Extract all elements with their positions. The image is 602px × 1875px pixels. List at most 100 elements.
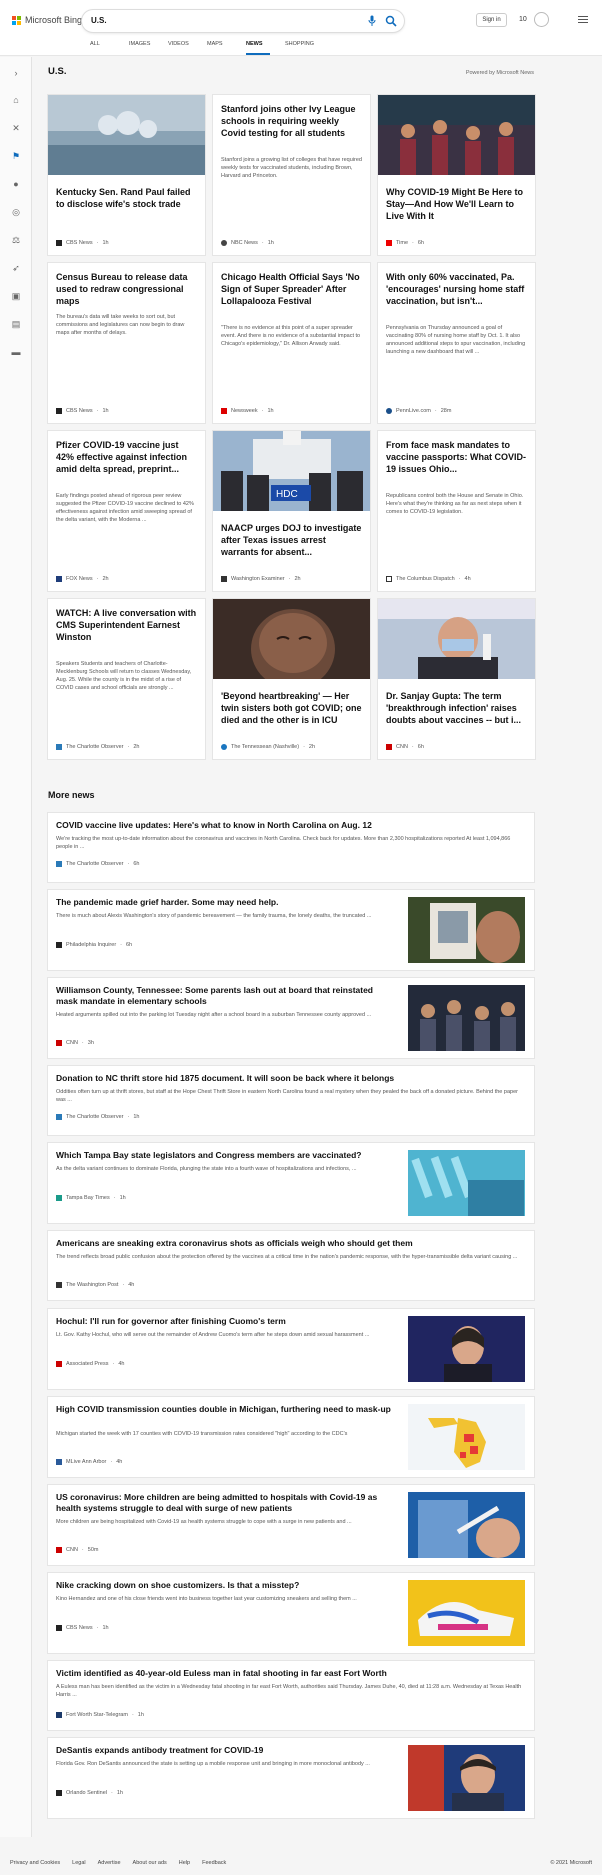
news-item-title[interactable]: Victim identified as 40-year-old Euless … [56,1668,526,1679]
card-title[interactable]: Why COVID-19 Might Be Here to Stay—And H… [386,186,527,222]
sign-in-button[interactable]: Sign in [476,13,507,27]
news-item-title[interactable]: Which Tampa Bay state legislators and Co… [56,1150,396,1161]
tab-news[interactable]: NEWS [246,41,270,55]
news-item[interactable]: Victim identified as 40-year-old Euless … [48,1661,534,1730]
news-card[interactable]: Pfizer COVID-19 vaccine just 42% effecti… [48,431,205,591]
rewards-trophy-icon[interactable] [534,12,549,27]
card-source[interactable]: CBS News · 1h [56,240,109,246]
news-item[interactable]: DeSantis expands antibody treatment for … [48,1738,534,1818]
footer-link-feedback[interactable]: Feedback [202,1860,226,1866]
tools-icon[interactable]: ✕ [11,123,21,133]
search-box[interactable]: U.S. [82,10,404,32]
news-card[interactable]: WATCH: A live conversation with CMS Supe… [48,599,205,759]
news-item-title[interactable]: US coronavirus: More children are being … [56,1492,396,1514]
news-item[interactable]: Which Tampa Bay state legislators and Co… [48,1143,534,1223]
news-card[interactable]: HDC NAACP urges DOJ to investigate after… [213,431,370,591]
news-item-source[interactable]: Fort Worth Star-Telegram · 1h [56,1712,144,1718]
card-source[interactable]: Time · 6h [386,240,424,246]
bag-icon[interactable]: ▤ [11,319,21,329]
card-source[interactable]: Newsweek · 1h [221,408,274,414]
news-item[interactable]: High COVID transmission counties double … [48,1397,534,1477]
globe-icon[interactable]: ◎ [11,207,21,217]
expand-chevron-icon[interactable]: › [11,68,21,78]
news-item-source[interactable]: Associated Press · 4h [56,1361,124,1367]
card-title[interactable]: Chicago Health Official Says 'No Sign of… [221,271,362,307]
location-icon[interactable]: ● [11,179,21,189]
news-item-title[interactable]: High COVID transmission counties double … [56,1404,396,1415]
news-item-title[interactable]: Williamson County, Tennessee: Some paren… [56,985,396,1007]
card-title[interactable]: Dr. Sanjay Gupta: The term 'breakthrough… [386,690,527,726]
news-item-source[interactable]: Orlando Sentinel · 1h [56,1790,123,1796]
news-item-title[interactable]: DeSantis expands antibody treatment for … [56,1745,396,1756]
home-icon[interactable]: ⌂ [11,95,21,105]
news-card[interactable]: Census Bureau to release data used to re… [48,263,205,423]
card-title[interactable]: From face mask mandates to vaccine passp… [386,439,527,475]
news-item[interactable]: Americans are sneaking extra coronavirus… [48,1231,534,1300]
footer-link-legal[interactable]: Legal [72,1860,85,1866]
news-item-source[interactable]: CNN · 50m [56,1547,98,1553]
search-icon[interactable] [385,15,397,27]
card-source[interactable]: NBC News · 1h [221,240,274,246]
card-title[interactable]: Kentucky Sen. Rand Paul failed to disclo… [56,186,197,210]
card-source[interactable]: CNN · 6h [386,744,424,750]
news-card[interactable]: 'Beyond heartbreaking' — Her twin sister… [213,599,370,759]
footer-link-help[interactable]: Help [179,1860,190,1866]
card-title[interactable]: 'Beyond heartbreaking' — Her twin sister… [221,690,362,726]
news-item-source[interactable]: Tampa Bay Times · 1h [56,1195,126,1201]
rewards-points[interactable]: 10 [519,16,527,23]
news-card[interactable]: From face mask mandates to vaccine passp… [378,431,535,591]
tab-maps[interactable]: MAPS [207,41,246,55]
card-title[interactable]: With only 60% vaccinated, Pa. 'encourage… [386,271,527,307]
card-source[interactable]: FOX News · 2h [56,576,109,582]
news-item-title[interactable]: Nike cracking down on shoe customizers. … [56,1580,396,1591]
news-item-source[interactable]: The Washington Post · 4h [56,1282,134,1288]
card-title[interactable]: Pfizer COVID-19 vaccine just 42% effecti… [56,439,197,475]
bing-logo[interactable]: Microsoft Bing [12,15,82,25]
news-item-title[interactable]: Hochul: I'll run for governor after fini… [56,1316,396,1327]
news-item-title[interactable]: COVID vaccine live updates: Here's what … [56,820,526,831]
card-source[interactable]: The Tennessean (Nashville) · 2h [221,744,315,750]
card-title[interactable]: Stanford joins other Ivy League schools … [221,103,362,139]
footer-link-about-ads[interactable]: About our ads [133,1860,167,1866]
card-source[interactable]: Washington Examiner · 2h [221,576,301,582]
card-source[interactable]: CBS News · 1h [56,408,109,414]
tab-images[interactable]: IMAGES [129,41,168,55]
card-title[interactable]: Census Bureau to release data used to re… [56,271,197,307]
card-title[interactable]: NAACP urges DOJ to investigate after Tex… [221,522,362,558]
tab-all[interactable]: ALL [90,41,129,55]
card-source[interactable]: The Columbus Dispatch · 4h [386,576,471,582]
news-card[interactable]: With only 60% vaccinated, Pa. 'encourage… [378,263,535,423]
news-item[interactable]: Donation to NC thrift store hid 1875 doc… [48,1066,534,1135]
news-item-title[interactable]: Donation to NC thrift store hid 1875 doc… [56,1073,526,1084]
news-item-source[interactable]: Philadelphia Inquirer · 6h [56,942,132,948]
news-item-source[interactable]: MLive Ann Arbor · 4h [56,1459,122,1465]
entertainment-icon[interactable]: ▣ [11,291,21,301]
menu-icon[interactable] [578,16,588,23]
news-item-title[interactable]: The pandemic made grief harder. Some may… [56,897,396,908]
flag-icon[interactable]: ⚑ [11,151,21,161]
news-item-source[interactable]: CBS News · 1h [56,1625,109,1631]
rocket-icon[interactable]: ➶ [11,263,21,273]
news-card[interactable]: Chicago Health Official Says 'No Sign of… [213,263,370,423]
news-card[interactable]: Why COVID-19 Might Be Here to Stay—And H… [378,95,535,255]
news-item[interactable]: Hochul: I'll run for governor after fini… [48,1309,534,1389]
tab-shopping[interactable]: SHOPPING [285,41,324,55]
news-item-source[interactable]: CNN · 3h [56,1040,94,1046]
news-item-source[interactable]: The Charlotte Observer · 1h [56,1114,139,1120]
footer-link-privacy[interactable]: Privacy and Cookies [10,1860,60,1866]
news-item[interactable]: Nike cracking down on shoe customizers. … [48,1573,534,1653]
news-item[interactable]: The pandemic made grief harder. Some may… [48,890,534,970]
search-input[interactable]: U.S. [91,16,107,25]
card-title[interactable]: WATCH: A live conversation with CMS Supe… [56,607,197,643]
card-source[interactable]: PennLive.com · 28m [386,408,451,414]
news-item-title[interactable]: Americans are sneaking extra coronavirus… [56,1238,526,1249]
news-card[interactable]: Stanford joins other Ivy League schools … [213,95,370,255]
card-source[interactable]: The Charlotte Observer · 2h [56,744,139,750]
business-icon[interactable]: ⚖ [11,235,21,245]
news-item-source[interactable]: The Charlotte Observer · 6h [56,861,139,867]
news-card[interactable]: Kentucky Sen. Rand Paul failed to disclo… [48,95,205,255]
news-item[interactable]: Williamson County, Tennessee: Some paren… [48,978,534,1058]
microphone-icon[interactable] [368,15,376,27]
news-item[interactable]: COVID vaccine live updates: Here's what … [48,813,534,882]
news-item[interactable]: US coronavirus: More children are being … [48,1485,534,1565]
